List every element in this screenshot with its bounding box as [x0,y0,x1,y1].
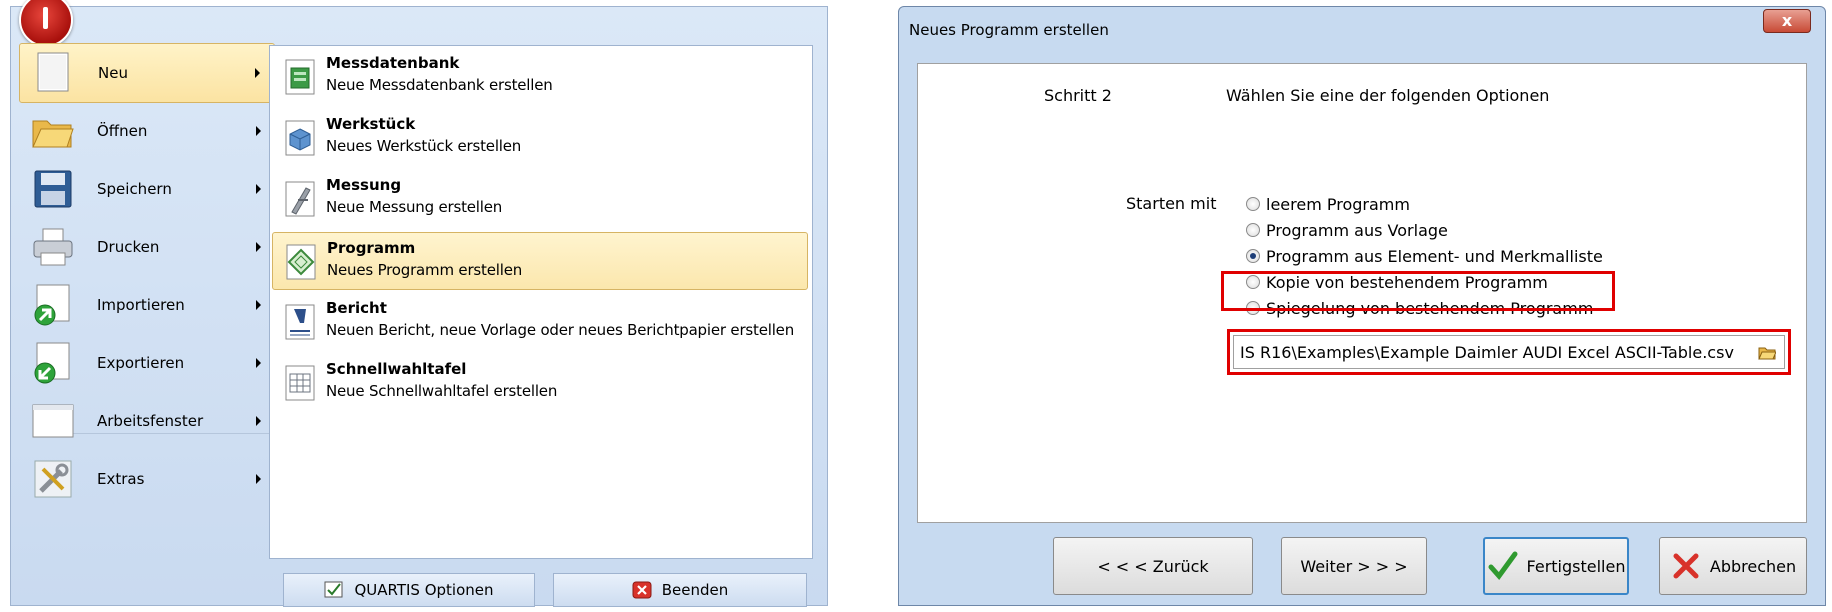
menu-item-label: Importieren [97,296,185,314]
radio-button-selected[interactable] [1246,249,1260,263]
checkmark-icon [1487,550,1519,582]
submenu-item-title: Schnellwahltafel [326,360,467,378]
menu-item-label: Drucken [97,238,160,256]
back-label: < < < Zurück [1097,556,1209,576]
folder-open-icon [31,109,75,153]
menu-item-drucken[interactable]: Drucken [19,217,275,277]
menu-item-label: Arbeitsfenster [97,412,204,430]
cancel-label: Abbrechen [1709,556,1797,576]
close-button[interactable]: x [1763,9,1811,33]
program-diamond-icon [283,243,319,281]
submenu-arrow-icon [256,300,261,310]
menu-item-label: Extras [97,470,145,488]
submenu-item-desc: Neues Programm erstellen [327,261,523,279]
next-button[interactable]: Weiter > > > [1281,537,1427,595]
submenu-arrow-icon [256,474,261,484]
cancel-button[interactable]: Abbrechen [1659,537,1807,595]
submenu-item-title: Messdatenbank [326,54,460,72]
start-with-label: Starten mit [1126,194,1217,213]
exit-label: Beenden [661,581,729,599]
submenu-item-desc: Neues Werkstück erstellen [326,137,522,155]
main-menu-list: Neu Öffnen Speichern Drucken Importieren… [19,43,281,563]
menu-item-label: Exportieren [97,354,185,372]
file-path-highlight [1227,329,1791,375]
submenu-item-title: Programm [327,239,416,257]
submenu-arrow-icon [256,242,261,252]
option-label: Programm aus Element- und Merkmalliste [1266,246,1603,266]
submenu-item-messdatenbank[interactable]: Messdatenbank Neue Messdatenbank erstell… [272,48,808,106]
submenu-item-desc: Neue Messung erstellen [326,198,503,216]
submenu-arrow-icon [256,416,261,426]
submenu-item-programm[interactable]: Programm Neues Programm erstellen [272,232,808,290]
submenu-item-desc: Neue Messdatenbank erstellen [326,76,553,94]
menu-item-speichern[interactable]: Speichern [19,159,275,219]
option-label: leerem Programm [1266,194,1410,214]
submenu-item-bericht[interactable]: Bericht Neuen Bericht, neue Vorlage oder… [272,293,808,351]
option-label: Programm aus Vorlage [1266,220,1448,240]
menu-item-label: Speichern [97,180,172,198]
import-icon [31,283,75,327]
menu-item-importieren[interactable]: Importieren [19,275,275,335]
caliper-icon [282,180,318,218]
grid-table-icon [282,364,318,402]
option-from-element-list[interactable]: Programm aus Element- und Merkmalliste [1246,243,1603,269]
submenu-arrow-icon [255,68,260,78]
new-program-dialog: Neues Programm erstellen x Schritt 2 Wäh… [898,6,1826,606]
radio-button[interactable] [1246,223,1260,237]
app-orb-icon[interactable] [19,0,73,47]
option-empty-program[interactable]: leerem Programm [1246,191,1410,217]
next-label: Weiter > > > [1300,556,1408,576]
submenu-panel: Messdatenbank Neue Messdatenbank erstell… [269,45,813,559]
instruction-text: Wählen Sie eine der folgenden Optionen [1226,86,1550,105]
submenu-arrow-icon [256,358,261,368]
tools-icon [31,457,75,501]
radio-button[interactable] [1246,197,1260,211]
submenu-item-werkstueck[interactable]: Werkstück Neues Werkstück erstellen [272,109,808,167]
folder-browse-icon[interactable] [1758,346,1777,360]
submenu-item-desc: Neuen Bericht, neue Vorlage oder neues B… [326,321,795,339]
menu-item-label: Neu [98,64,128,82]
printer-icon [31,225,75,269]
exit-close-icon [632,581,652,599]
submenu-arrow-icon [256,184,261,194]
export-icon [31,341,75,385]
submenu-item-title: Bericht [326,299,387,317]
floppy-disk-icon [31,167,75,211]
step-label: Schritt 2 [1044,86,1112,105]
cancel-x-icon [1670,550,1702,582]
submenu-arrow-icon [256,126,261,136]
finish-button[interactable]: Fertigstellen [1483,537,1629,595]
options-checkbox-icon [324,581,344,599]
submenu-item-title: Messung [326,176,402,194]
menu-item-exportieren[interactable]: Exportieren [19,333,275,393]
database-icon [282,58,318,96]
quartis-options-button[interactable]: QUARTIS Optionen [283,573,535,607]
submenu-item-desc: Neue Schnellwahltafel erstellen [326,382,558,400]
finish-label: Fertigstellen [1526,556,1626,576]
new-document-icon [32,51,76,95]
menu-item-extras[interactable]: Extras [19,449,275,509]
option-from-template[interactable]: Programm aus Vorlage [1246,217,1448,243]
back-button[interactable]: < < < Zurück [1053,537,1253,595]
report-icon [282,303,318,341]
menu-item-neu[interactable]: Neu [19,43,275,103]
workpiece-cube-icon [282,119,318,157]
window-icon [31,399,75,443]
application-menu: Neu Öffnen Speichern Drucken Importieren… [10,0,828,607]
exit-button[interactable]: Beenden [553,573,807,607]
menu-item-label: Öffnen [97,122,148,140]
highlight-frame-option [1221,271,1615,311]
submenu-item-schnellwahltafel[interactable]: Schnellwahltafel Neue Schnellwahltafel e… [272,354,808,412]
menu-item-arbeitsfenster[interactable]: Arbeitsfenster [19,391,275,451]
file-path-input[interactable] [1233,335,1785,369]
submenu-item-messung[interactable]: Messung Neue Messung erstellen [272,170,808,228]
submenu-item-title: Werkstück [326,115,416,133]
dialog-title: Neues Programm erstellen [909,21,1109,39]
menu-item-oeffnen[interactable]: Öffnen [19,101,275,161]
quartis-options-label: QUARTIS Optionen [354,581,494,599]
